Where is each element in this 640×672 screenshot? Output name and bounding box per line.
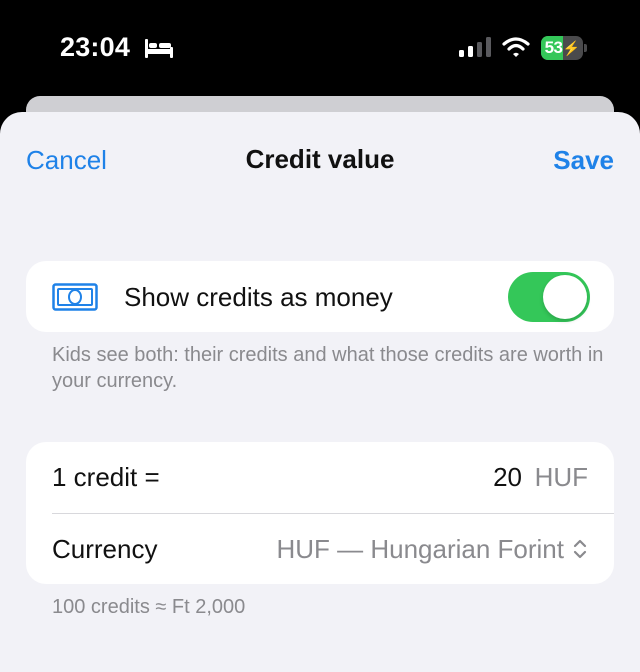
status-time: 23:04: [60, 32, 131, 62]
currency-row: Currency HUF — Hungarian Forint: [26, 514, 614, 585]
show-money-toggle[interactable]: [508, 272, 590, 322]
battery-body: 53⚡: [541, 36, 583, 60]
show-money-footnote: Kids see both: their credits and what th…: [52, 344, 604, 392]
battery-level: 53⚡: [541, 36, 583, 60]
wifi-icon: [502, 37, 530, 57]
cellular-signal-icon: [459, 37, 491, 57]
credit-amount-field[interactable]: 20: [493, 460, 522, 494]
battery-cap: [584, 44, 587, 52]
status-bar: 23:04 53⚡: [0, 0, 640, 96]
currency-picker[interactable]: HUF — Hungarian Forint: [276, 532, 588, 566]
credit-label: 1 credit =: [52, 462, 160, 492]
show-money-row: Show credits as money: [26, 261, 614, 332]
conversion-footnote: 100 credits ≈ Ft 2,000: [52, 596, 246, 618]
battery-level-value: 53: [544, 38, 563, 57]
show-money-label: Show credits as money: [124, 282, 393, 312]
currency-unit: HUF: [534, 462, 588, 492]
currency-value: HUF — Hungarian Forint: [276, 534, 564, 564]
credit-amount-row: 1 credit = 20 HUF: [26, 442, 614, 513]
battery-icon: 53⚡: [541, 36, 587, 60]
currency-label: Currency: [52, 534, 158, 564]
toggle-knob: [543, 275, 587, 319]
charging-bolt-icon: ⚡: [562, 40, 580, 56]
save-button[interactable]: Save: [553, 144, 614, 176]
money-icon: [52, 283, 98, 311]
page-title: Credit value: [245, 144, 395, 174]
credit-value-card: 1 credit = 20 HUF Currency HUF — Hungari…: [26, 442, 614, 584]
bed-icon: [145, 39, 173, 58]
chevron-up-down-icon: [573, 539, 587, 559]
